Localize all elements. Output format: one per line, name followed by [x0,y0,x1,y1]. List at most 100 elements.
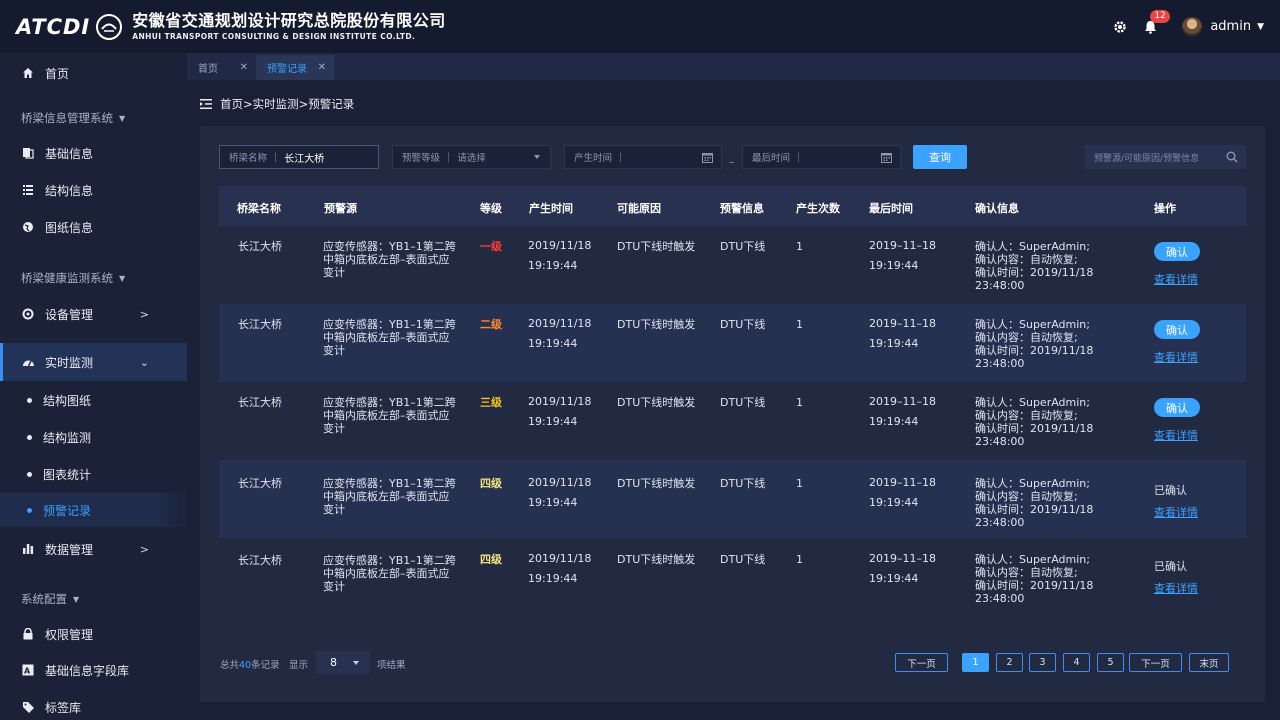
confirmed-status: 已确认 [1154,560,1187,573]
notification-badge: 12 [1150,9,1170,23]
sidebar-subitem-structure-drawing[interactable]: 结构图纸 [0,383,187,417]
sidebar-subitem-warning-records[interactable]: 预警记录 [0,493,187,527]
page-button-4[interactable]: 4 [1063,653,1090,672]
confirm-line: 确认内容：自动恢复; [975,566,1078,579]
sidebar-item-tag-library[interactable]: 标签库 [0,689,187,720]
confirm-info-cell: 确认人：SuperAdmin; 确认内容：自动恢复; 确认时间：2019/11/18… [975,553,1093,605]
globe-icon [21,220,35,234]
view-detail-link[interactable]: 查看详情 [1154,427,1198,443]
confirm-line: 确认人：SuperAdmin; [975,240,1090,253]
sidebar-group-health-monitor[interactable]: 桥梁健康监测系统 ▼ [21,270,125,286]
confirm-info-cell: 确认人：SuperAdmin; 确认内容：自动恢复; 确认时间：2019/11/18… [975,240,1093,292]
close-icon[interactable]: ✕ [240,62,248,73]
sidebar-item-permission[interactable]: 权限管理 [0,616,187,652]
page-size-select[interactable]: 8 [316,651,370,674]
close-icon[interactable]: ✕ [318,62,326,73]
page-button-2[interactable]: 2 [996,653,1023,672]
bridge-name-field[interactable]: 桥梁名称 | 长江大桥 [219,145,379,169]
prev-page-button[interactable]: 下一页 [895,653,948,672]
warning-info-cell: DTU下线 [720,477,766,490]
confirm-line: 确认时间：2019/11/18 [975,579,1094,592]
app-header: ATCDI 安徽省交通规划设计研究总院股份有限公司 ANHUI TRANSPOR… [0,0,1280,53]
start-time-field[interactable]: 产生时间 | [564,145,722,169]
logo-emblem-icon [96,13,123,40]
warning-source-line: 应变传感器：YB1–1第二跨 [323,240,456,253]
warning-source-line: 应变传感器：YB1–1第二跨 [323,318,456,331]
caret-down-icon: ▼ [119,113,126,123]
view-detail-link[interactable]: 查看详情 [1154,580,1198,596]
view-detail-link[interactable]: 查看详情 [1154,504,1198,520]
caret-down-icon [534,155,540,159]
table-row: 长江大桥 应变传感器：YB1–1第二跨 中箱内底板左部–表面式应 变计 四级 201… [219,460,1246,538]
sidebar-item-basic-info[interactable]: 基础信息 [0,135,187,171]
bridge-name-value: 长江大桥 [284,153,325,165]
confirm-line: 23:48:00 [975,435,1025,448]
warning-source-cell: 应变传感器：YB1–1第二跨 中箱内底板左部–表面式应 变计 [323,240,456,279]
tab-warning-records[interactable]: 预警记录 ✕ [256,55,334,80]
warning-source-line: 应变传感器：YB1–1第二跨 [323,396,456,409]
bell-icon[interactable]: 12 [1142,9,1170,35]
start-time-cell: 2019/11/18 19:19:44 [528,392,591,432]
search-icon[interactable] [1226,151,1238,163]
confirm-button[interactable]: 确认 [1154,242,1200,261]
view-detail-link[interactable]: 查看详情 [1154,271,1198,287]
sidebar-subitem-chart-stats[interactable]: 图表统计 [0,457,187,491]
warning-info-cell: DTU下线 [720,553,766,566]
warning-level-select[interactable]: 预警等级 | 请选择 [392,145,551,169]
calendar-icon[interactable] [881,152,892,163]
column-header: 确认信息 [975,202,1019,215]
sidebar-item-label: 设备管理 [45,307,94,322]
home-icon [21,66,35,80]
company-name-cn: 安徽省交通规划设计研究总院股份有限公司 [132,11,446,30]
date-text: 2019–11–18 [869,317,936,330]
calendar-icon[interactable] [702,152,713,163]
sidebar-item-field-library[interactable]: A 基础信息字段库 [0,652,187,688]
sidebar-group-system-config[interactable]: 系统配置 ▼ [21,591,79,607]
sidebar-subitem-structure-monitor[interactable]: 结构监测 [0,420,187,454]
warning-source-line: 变计 [323,422,345,435]
page-button-1[interactable]: 1 [962,653,989,672]
sidebar-group-bridge-info[interactable]: 桥梁信息管理系统 ▼ [21,110,125,126]
caret-down-icon [353,661,359,665]
query-button[interactable]: 查询 [913,145,967,169]
count-cell: 1 [796,396,803,409]
total-count: 40 [239,660,252,671]
username[interactable]: admin [1210,19,1251,34]
lock-icon [21,627,35,641]
page-button-5[interactable]: 5 [1097,653,1124,672]
next-page-button[interactable]: 下一页 [1129,653,1182,672]
field-separator: | [619,151,623,163]
confirm-line: 确认时间：2019/11/18 [975,344,1094,357]
confirm-button[interactable]: 确认 [1154,398,1200,417]
sidebar-item-realtime[interactable]: 实时监测 ⌄ [0,343,187,381]
dashboard-icon [21,355,35,369]
gear-icon[interactable] [1112,19,1128,35]
last-time-cell: 2019–11–18 19:19:44 [869,236,936,276]
reason-cell: DTU下线时触发 [617,240,696,253]
tab-home[interactable]: 首页 ✕ [187,55,256,80]
sidebar-item-data-mgmt[interactable]: 数据管理 > [0,531,187,567]
sidebar-item-label: 图纸信息 [45,220,94,235]
field-separator: | [274,151,278,163]
sidebar-item-home[interactable]: 首页 [0,55,187,91]
chevron-down-icon[interactable]: ▼ [1257,22,1264,32]
last-page-button[interactable]: 末页 [1189,653,1229,672]
view-detail-link[interactable]: 查看详情 [1154,349,1198,365]
sidebar-item-device-mgmt[interactable]: 设备管理 > [0,296,187,332]
warning-source-cell: 应变传感器：YB1–1第二跨 中箱内底板左部–表面式应 变计 [323,554,456,593]
field-separator: | [447,151,451,163]
sidebar-item-structure-info[interactable]: 结构信息 [0,172,187,208]
menu-fold-icon[interactable] [200,98,212,110]
tab-label: 预警记录 [267,64,307,75]
confirm-button[interactable]: 确认 [1154,320,1200,339]
sidebar-item-label: 基础信息字段库 [45,663,130,678]
confirm-line: 确认时间：2019/11/18 [975,266,1094,279]
column-header: 产生时间 [529,202,573,215]
page-button-3[interactable]: 3 [1029,653,1056,672]
sidebar-item-drawing-info[interactable]: 图纸信息 [0,209,187,245]
column-header: 可能原因 [617,202,661,215]
search-input[interactable]: 预警源/可能原因/预警信息 [1085,145,1246,169]
time-text: 19:19:44 [869,259,919,272]
end-time-field[interactable]: 最后时间 | [742,145,901,169]
avatar[interactable] [1182,16,1203,37]
